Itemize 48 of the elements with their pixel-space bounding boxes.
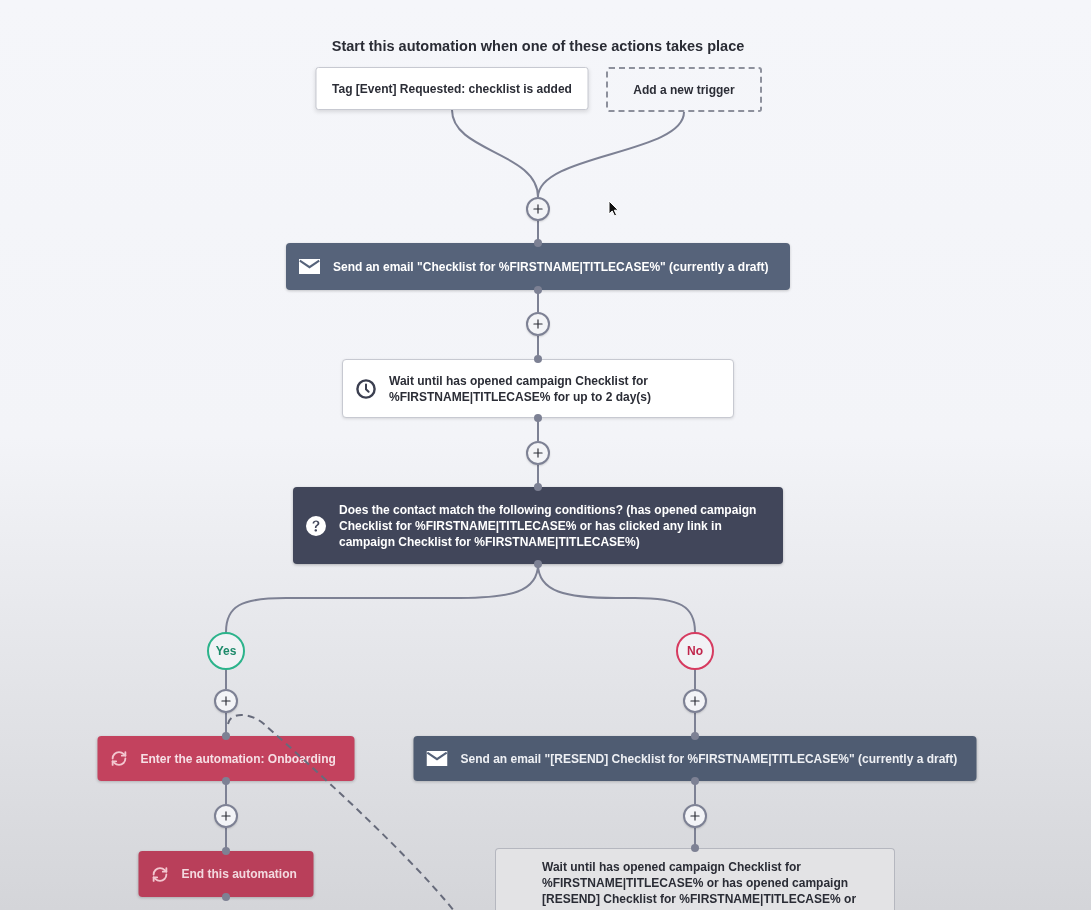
- clock-icon: [356, 378, 376, 399]
- add-trigger-button[interactable]: Add a new trigger: [606, 67, 762, 112]
- connection-point-icon: [534, 414, 542, 422]
- enter-automation-step[interactable]: Enter the automation: Onboarding: [97, 736, 355, 781]
- plus-icon: [531, 202, 545, 216]
- add-step-button[interactable]: [683, 689, 707, 713]
- plus-icon: [531, 317, 545, 331]
- branch-label: Yes: [207, 632, 245, 670]
- connector-line: [225, 669, 227, 690]
- plus-icon: [219, 809, 233, 823]
- connection-point-icon: [691, 777, 699, 785]
- envelope-icon: [299, 259, 320, 274]
- add-step-button[interactable]: [526, 441, 550, 465]
- connection-point-icon: [534, 483, 542, 491]
- mouse-pointer-icon: [608, 200, 619, 217]
- connector-line: [694, 669, 696, 690]
- trigger-section-title: Start this automation when one of these actions takes place: [331, 37, 745, 55]
- connection-point-icon: [534, 355, 542, 363]
- connection-point-icon: [222, 777, 230, 785]
- add-step-button[interactable]: [214, 689, 238, 713]
- plus-icon: [688, 809, 702, 823]
- add-step-button[interactable]: [214, 804, 238, 828]
- connection-point-icon: [691, 844, 699, 852]
- send-email-step[interactable]: Send an email "Checklist for %FIRSTNAME|TITLECASE%" (currently a draft): [286, 243, 790, 290]
- connection-point-icon: [534, 560, 542, 568]
- send-email-step[interactable]: Send an email "[RESEND] Checklist for %FIRSTNAME|TITLECASE%" (currently a draft): [413, 736, 977, 781]
- trigger-node[interactable]: Tag [Event] Requested: checklist is added: [315, 67, 589, 110]
- add-step-button[interactable]: [526, 197, 550, 221]
- connection-point-icon: [534, 286, 542, 294]
- plus-icon: [531, 446, 545, 460]
- connection-point-icon: [222, 732, 230, 740]
- refresh-arrows-icon: [110, 750, 128, 767]
- connection-point-icon: [222, 847, 230, 855]
- connection-point-icon: [534, 239, 542, 247]
- plus-icon: [688, 694, 702, 708]
- connection-point-icon: [222, 893, 230, 901]
- condition-step[interactable]: Does the contact match the following conditions? (has opened campaign Checklist for %FIRSTNAME|TITLECASE% or has clicked any link in campaign Checklist for %FIRSTNAME|TITLECASE%): [293, 487, 783, 564]
- add-step-button[interactable]: [683, 804, 707, 828]
- wait-step[interactable]: Wait until has opened campaign Checklist for %FIRSTNAME|TITLECASE% or has opened campaign [RESEND] Checklist for %FIRSTNAME|TITLECASE% or: [495, 848, 895, 910]
- branch-label: No: [676, 632, 714, 670]
- add-step-button[interactable]: [526, 312, 550, 336]
- end-automation-step[interactable]: End this automation: [138, 851, 314, 897]
- connection-point-icon: [691, 732, 699, 740]
- refresh-arrows-icon: [151, 865, 169, 883]
- plus-icon: [219, 694, 233, 708]
- wait-step[interactable]: Wait until has opened campaign Checklist for %FIRSTNAME|TITLECASE% for up to 2 day(s): [342, 359, 734, 418]
- help-icon: [306, 515, 326, 536]
- envelope-icon: [426, 751, 448, 766]
